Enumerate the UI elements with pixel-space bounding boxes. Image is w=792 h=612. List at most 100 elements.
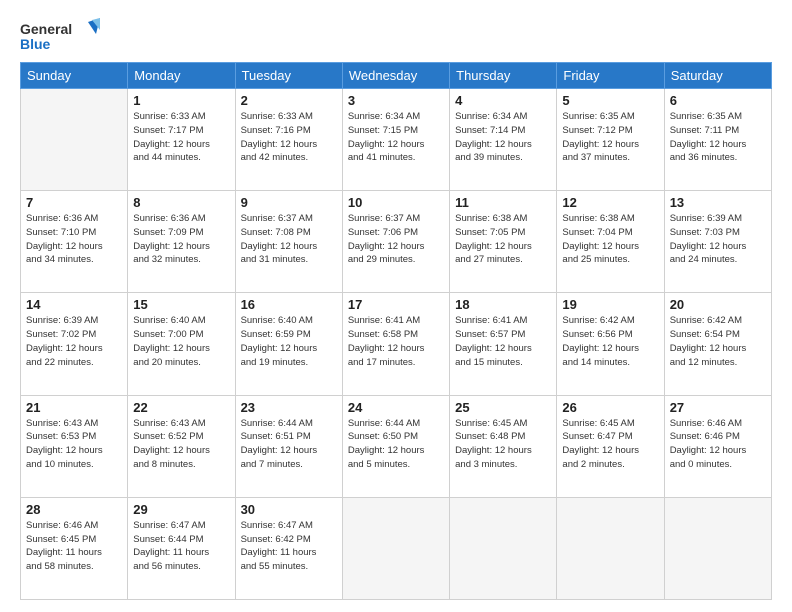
calendar-cell: 24 Sunrise: 6:44 AM Sunset: 6:50 PM Dayli… bbox=[342, 395, 449, 497]
cell-info: Sunrise: 6:44 AM Sunset: 6:50 PM Dayligh… bbox=[348, 417, 444, 472]
calendar-cell: 29 Sunrise: 6:47 AM Sunset: 6:44 PM Dayli… bbox=[128, 497, 235, 599]
day-number: 8 bbox=[133, 195, 229, 210]
day-number: 25 bbox=[455, 400, 551, 415]
cell-info: Sunrise: 6:40 AM Sunset: 7:00 PM Dayligh… bbox=[133, 314, 229, 369]
calendar-cell: 19 Sunrise: 6:42 AM Sunset: 6:56 PM Dayli… bbox=[557, 293, 664, 395]
calendar-cell: 21 Sunrise: 6:43 AM Sunset: 6:53 PM Dayli… bbox=[21, 395, 128, 497]
calendar-cell: 13 Sunrise: 6:39 AM Sunset: 7:03 PM Dayli… bbox=[664, 191, 771, 293]
calendar-cell: 11 Sunrise: 6:38 AM Sunset: 7:05 PM Dayli… bbox=[450, 191, 557, 293]
cell-info: Sunrise: 6:43 AM Sunset: 6:52 PM Dayligh… bbox=[133, 417, 229, 472]
day-number: 21 bbox=[26, 400, 122, 415]
calendar-cell bbox=[557, 497, 664, 599]
day-number: 16 bbox=[241, 297, 337, 312]
svg-text:Blue: Blue bbox=[20, 36, 51, 52]
day-number: 11 bbox=[455, 195, 551, 210]
weekday-tuesday: Tuesday bbox=[235, 63, 342, 89]
cell-info: Sunrise: 6:46 AM Sunset: 6:46 PM Dayligh… bbox=[670, 417, 766, 472]
calendar-cell: 1 Sunrise: 6:33 AM Sunset: 7:17 PM Daylig… bbox=[128, 89, 235, 191]
cell-info: Sunrise: 6:39 AM Sunset: 7:02 PM Dayligh… bbox=[26, 314, 122, 369]
weekday-sunday: Sunday bbox=[21, 63, 128, 89]
weekday-thursday: Thursday bbox=[450, 63, 557, 89]
cell-info: Sunrise: 6:40 AM Sunset: 6:59 PM Dayligh… bbox=[241, 314, 337, 369]
week-row-5: 28 Sunrise: 6:46 AM Sunset: 6:45 PM Dayli… bbox=[21, 497, 772, 599]
cell-info: Sunrise: 6:45 AM Sunset: 6:47 PM Dayligh… bbox=[562, 417, 658, 472]
calendar-cell: 4 Sunrise: 6:34 AM Sunset: 7:14 PM Daylig… bbox=[450, 89, 557, 191]
calendar-cell bbox=[664, 497, 771, 599]
cell-info: Sunrise: 6:34 AM Sunset: 7:14 PM Dayligh… bbox=[455, 110, 551, 165]
day-number: 27 bbox=[670, 400, 766, 415]
day-number: 12 bbox=[562, 195, 658, 210]
cell-info: Sunrise: 6:38 AM Sunset: 7:05 PM Dayligh… bbox=[455, 212, 551, 267]
week-row-2: 7Sunrise: 6:36 AM Sunset: 7:10 PM Daylig… bbox=[21, 191, 772, 293]
day-number: 30 bbox=[241, 502, 337, 517]
calendar-cell bbox=[450, 497, 557, 599]
calendar-cell: 17Sunrise: 6:41 AM Sunset: 6:58 PM Dayli… bbox=[342, 293, 449, 395]
cell-info: Sunrise: 6:41 AM Sunset: 6:57 PM Dayligh… bbox=[455, 314, 551, 369]
cell-info: Sunrise: 6:42 AM Sunset: 6:56 PM Dayligh… bbox=[562, 314, 658, 369]
calendar-cell: 27 Sunrise: 6:46 AM Sunset: 6:46 PM Dayli… bbox=[664, 395, 771, 497]
svg-text:General: General bbox=[20, 21, 72, 37]
cell-info: Sunrise: 6:39 AM Sunset: 7:03 PM Dayligh… bbox=[670, 212, 766, 267]
calendar-cell: 30 Sunrise: 6:47 AM Sunset: 6:42 PM Dayli… bbox=[235, 497, 342, 599]
cell-info: Sunrise: 6:35 AM Sunset: 7:11 PM Dayligh… bbox=[670, 110, 766, 165]
cell-info: Sunrise: 6:46 AM Sunset: 6:45 PM Dayligh… bbox=[26, 519, 122, 574]
logo: GeneralBlue bbox=[20, 18, 110, 54]
cell-info: Sunrise: 6:44 AM Sunset: 6:51 PM Dayligh… bbox=[241, 417, 337, 472]
week-row-3: 14 Sunrise: 6:39 AM Sunset: 7:02 PM Dayli… bbox=[21, 293, 772, 395]
page: GeneralBlue SundayMondayTuesdayWednesday… bbox=[0, 0, 792, 612]
day-number: 22 bbox=[133, 400, 229, 415]
day-number: 5 bbox=[562, 93, 658, 108]
calendar-cell: 8 Sunrise: 6:36 AM Sunset: 7:09 PM Daylig… bbox=[128, 191, 235, 293]
day-number: 2 bbox=[241, 93, 337, 108]
cell-info: Sunrise: 6:41 AM Sunset: 6:58 PM Dayligh… bbox=[348, 314, 444, 369]
day-number: 18 bbox=[455, 297, 551, 312]
week-row-4: 21 Sunrise: 6:43 AM Sunset: 6:53 PM Dayli… bbox=[21, 395, 772, 497]
calendar-cell: 25 Sunrise: 6:45 AM Sunset: 6:48 PM Dayli… bbox=[450, 395, 557, 497]
day-number: 6 bbox=[670, 93, 766, 108]
day-number: 14 bbox=[26, 297, 122, 312]
day-number: 3 bbox=[348, 93, 444, 108]
calendar-cell: 22 Sunrise: 6:43 AM Sunset: 6:52 PM Dayli… bbox=[128, 395, 235, 497]
calendar-table: SundayMondayTuesdayWednesdayThursdayFrid… bbox=[20, 62, 772, 600]
day-number: 28 bbox=[26, 502, 122, 517]
day-number: 24 bbox=[348, 400, 444, 415]
calendar-cell: 15 Sunrise: 6:40 AM Sunset: 7:00 PM Dayli… bbox=[128, 293, 235, 395]
cell-info: Sunrise: 6:37 AM Sunset: 7:06 PM Dayligh… bbox=[348, 212, 444, 267]
cell-info: Sunrise: 6:33 AM Sunset: 7:17 PM Dayligh… bbox=[133, 110, 229, 165]
day-number: 9 bbox=[241, 195, 337, 210]
calendar-cell: 20 Sunrise: 6:42 AM Sunset: 6:54 PM Dayli… bbox=[664, 293, 771, 395]
header: GeneralBlue bbox=[20, 18, 772, 54]
calendar-cell: 16 Sunrise: 6:40 AM Sunset: 6:59 PM Dayli… bbox=[235, 293, 342, 395]
day-number: 26 bbox=[562, 400, 658, 415]
calendar-cell: 28 Sunrise: 6:46 AM Sunset: 6:45 PM Dayli… bbox=[21, 497, 128, 599]
cell-info: Sunrise: 6:34 AM Sunset: 7:15 PM Dayligh… bbox=[348, 110, 444, 165]
calendar-cell: 18 Sunrise: 6:41 AM Sunset: 6:57 PM Dayli… bbox=[450, 293, 557, 395]
cell-info: Sunrise: 6:36 AM Sunset: 7:09 PM Dayligh… bbox=[133, 212, 229, 267]
day-number: 10 bbox=[348, 195, 444, 210]
day-number: 20 bbox=[670, 297, 766, 312]
cell-info: Sunrise: 6:47 AM Sunset: 6:44 PM Dayligh… bbox=[133, 519, 229, 574]
calendar-cell: 7Sunrise: 6:36 AM Sunset: 7:10 PM Daylig… bbox=[21, 191, 128, 293]
calendar-cell: 12 Sunrise: 6:38 AM Sunset: 7:04 PM Dayli… bbox=[557, 191, 664, 293]
day-number: 4 bbox=[455, 93, 551, 108]
day-number: 29 bbox=[133, 502, 229, 517]
day-number: 19 bbox=[562, 297, 658, 312]
day-number: 15 bbox=[133, 297, 229, 312]
weekday-saturday: Saturday bbox=[664, 63, 771, 89]
weekday-wednesday: Wednesday bbox=[342, 63, 449, 89]
calendar-cell: 14 Sunrise: 6:39 AM Sunset: 7:02 PM Dayli… bbox=[21, 293, 128, 395]
weekday-monday: Monday bbox=[128, 63, 235, 89]
calendar-cell bbox=[342, 497, 449, 599]
cell-info: Sunrise: 6:43 AM Sunset: 6:53 PM Dayligh… bbox=[26, 417, 122, 472]
day-number: 13 bbox=[670, 195, 766, 210]
cell-info: Sunrise: 6:33 AM Sunset: 7:16 PM Dayligh… bbox=[241, 110, 337, 165]
cell-info: Sunrise: 6:42 AM Sunset: 6:54 PM Dayligh… bbox=[670, 314, 766, 369]
cell-info: Sunrise: 6:45 AM Sunset: 6:48 PM Dayligh… bbox=[455, 417, 551, 472]
calendar-cell bbox=[21, 89, 128, 191]
day-number: 1 bbox=[133, 93, 229, 108]
cell-info: Sunrise: 6:38 AM Sunset: 7:04 PM Dayligh… bbox=[562, 212, 658, 267]
calendar-cell: 2 Sunrise: 6:33 AM Sunset: 7:16 PM Daylig… bbox=[235, 89, 342, 191]
cell-info: Sunrise: 6:37 AM Sunset: 7:08 PM Dayligh… bbox=[241, 212, 337, 267]
calendar-cell: 3 Sunrise: 6:34 AM Sunset: 7:15 PM Daylig… bbox=[342, 89, 449, 191]
cell-info: Sunrise: 6:47 AM Sunset: 6:42 PM Dayligh… bbox=[241, 519, 337, 574]
